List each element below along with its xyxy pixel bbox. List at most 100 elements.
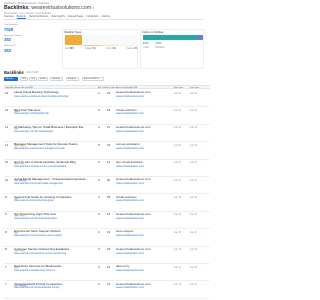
backlink-type-value: 1% — [92, 47, 96, 50]
filter-follow[interactable]: Follow — [38, 77, 48, 81]
internal-links-count: 27 — [107, 126, 111, 130]
follow-legend-item: 10% Nofollow — [155, 42, 164, 49]
column-header[interactable]: Int. Links — [107, 87, 115, 89]
metric-value[interactable]: 283 — [4, 48, 60, 53]
column-header[interactable]: Last seen — [190, 87, 199, 89]
source-url-link[interactable]: www.example.com/latest-travel-booking-te… — [14, 95, 94, 98]
source-url-link[interactable]: www.example.com/top-productivity-apps — [14, 217, 94, 220]
source-url-link[interactable]: www.example.com/ecommerce-store-support — [14, 234, 94, 237]
row-actions-icon[interactable]: ⋯ — [204, 196, 206, 199]
tab-indexed-pages[interactable]: Indexed Pages — [68, 16, 83, 19]
tab-bar: Overview Backlinks Referring Domains Referr… — [4, 16, 204, 20]
page-title: Backlinks: wearevirtualsolutions.com ▾ — [4, 5, 94, 11]
page-as-score: 9 — [5, 195, 7, 199]
source-url-link[interactable]: www.example.com/virtual-assistant-pricin… — [14, 286, 94, 289]
target-url-link[interactable]: wearevirtualsolutions.com/ — [116, 286, 171, 289]
metric-block: Referring IPs 283 — [4, 45, 60, 53]
source-url-link[interactable]: www.example.com/how-to-hire-a-virtual-as… — [14, 165, 94, 168]
column-header[interactable]: Ext. Links — [98, 87, 107, 89]
row-actions-icon[interactable]: ⋯ — [204, 179, 206, 182]
row-actions-icon[interactable]: ⋯ — [204, 266, 206, 269]
row-actions-icon[interactable]: ⋯ — [204, 92, 206, 95]
row-actions-icon[interactable]: ⋯ — [204, 283, 206, 286]
chevron-down-icon[interactable]: ▾ — [93, 6, 95, 10]
column-header[interactable]: First seen — [174, 87, 183, 89]
target-url-link[interactable]: wearevirtualsolutions.com/ — [116, 182, 171, 185]
tab-overview[interactable]: Overview — [4, 16, 14, 19]
page-subtitle: Root domain · User manual · Send feedbac… — [4, 11, 52, 15]
table-row[interactable]: 8 Customer Service Outsourcing Explained w… — [4, 247, 210, 270]
table-row[interactable]: 14 Blog Post Title Here www.example.com/bl… — [4, 107, 210, 131]
table-row[interactable]: 9 Top Productivity Apps This Year www.exam… — [4, 212, 210, 235]
row-actions-icon[interactable]: ⋯ — [204, 126, 206, 129]
filter-nofollow[interactable]: Nofollow — [50, 77, 63, 81]
column-header[interactable]: Anchor and Target URL — [116, 87, 138, 89]
row-actions-icon[interactable]: ⋯ — [204, 231, 206, 234]
external-links-count: 3 — [98, 126, 100, 130]
table-row[interactable]: 8 Ecommerce Store Support Options www.exam… — [4, 229, 210, 252]
source-url-link[interactable]: www.example.com/blog/post-title — [14, 112, 94, 115]
target-url-link[interactable]: wearevirtualsolutions.com/ — [116, 147, 171, 150]
row-actions-icon[interactable]: ⋯ — [204, 213, 206, 216]
target-url-link[interactable]: wearevirtualsolutions.com/ — [116, 130, 171, 133]
target-url-link[interactable]: wearevirtualsolutions.com/ — [116, 165, 171, 168]
source-url-link[interactable]: www.example.com/social-media-management — [14, 182, 94, 185]
external-links-count: 4 — [98, 213, 100, 217]
target-url-link[interactable]: wearevirtualsolutions.com/ — [116, 199, 171, 202]
table-row[interactable]: 7 Virtual Assistant Pricing Comparison www… — [4, 281, 210, 300]
external-links-count: 4 — [98, 108, 100, 112]
table-row[interactable]: 9 Outsourcing Guide for Growing Companies… — [4, 194, 210, 218]
table-row[interactable]: 7 Data Entry Services for Businesses www.e… — [4, 264, 210, 287]
table-row[interactable]: 10 How To Hire A Virtual Assistant | Exam… — [4, 160, 210, 183]
backlink-types-bars — [64, 35, 138, 45]
backlink-type-bar — [119, 35, 138, 45]
metric-block: Total Backlinks 7028 — [4, 24, 60, 32]
metric-value[interactable]: 7028 — [4, 27, 60, 32]
backlink-type-legend-item: Text 98% — [65, 47, 75, 50]
tab-referring-ips[interactable]: Referring IPs — [51, 16, 64, 19]
row-actions-icon[interactable]: ⋯ — [204, 248, 206, 251]
target-url-link[interactable]: wearevirtualsolutions.com/ — [116, 95, 171, 98]
source-url-link[interactable]: www.example.com/data-entry-services — [14, 269, 94, 272]
source-url-link[interactable]: www.example.com/customer-service-outsour… — [14, 252, 94, 255]
table-row[interactable]: 11 10 Marketing Tips for Small Business |… — [4, 125, 210, 148]
target-url-link[interactable]: wearevirtualsolutions.com/ — [116, 269, 171, 272]
source-url-link[interactable]: www.example.com/business-management-tool… — [14, 147, 94, 150]
internal-links-count: 25 — [107, 195, 111, 199]
first-seen-date: Jan 20 — [174, 178, 182, 182]
row-actions-icon[interactable]: ⋯ — [204, 109, 206, 112]
last-seen-date: Jan 22 — [190, 213, 198, 217]
filter-advanced-filters[interactable]: Advanced filters — [82, 77, 104, 81]
first-seen-date: Jan 17 — [174, 265, 182, 269]
tab-competitors[interactable]: Competitors — [86, 16, 98, 19]
table-row[interactable]: 14 Latest Travel Booking Technology www.ex… — [4, 90, 210, 113]
filter-all-links[interactable]: All links — [4, 77, 18, 81]
row-actions-icon[interactable]: ⋯ — [204, 161, 206, 164]
follow-segment — [197, 35, 204, 40]
tab-referring-domains[interactable]: Referring Domains — [29, 16, 48, 19]
filter-lost[interactable]: Lost — [29, 77, 37, 81]
target-url-link[interactable]: wearevirtualsolutions.com/ — [116, 252, 171, 255]
target-url-link[interactable]: wearevirtualsolutions.com/ — [116, 112, 171, 115]
source-url-link[interactable]: www.example.com/outsourcing-guide — [14, 199, 94, 202]
tab-anchors[interactable]: Anchors — [102, 16, 110, 19]
target-url-link[interactable]: wearevirtualsolutions.com/ — [116, 234, 171, 237]
table-row[interactable]: 10 Social Media Management - Virtual Assi… — [4, 177, 210, 200]
target-url-link[interactable]: wearevirtualsolutions.com/ — [116, 217, 171, 220]
row-badges: TextFollow — [14, 290, 26, 300]
internal-links-count: 18 — [107, 108, 111, 112]
column-header[interactable]: Page AS — [5, 87, 13, 89]
page-as-score: 10 — [5, 178, 9, 182]
external-links-count: 6 — [98, 178, 100, 182]
backlink-type-value: 0% — [112, 47, 116, 50]
column-header[interactable]: Source title and URL — [14, 87, 33, 89]
page-as-score: 11 — [5, 126, 9, 130]
filter-all-types[interactable]: All types — [66, 77, 79, 81]
row-actions-icon[interactable]: ⋯ — [204, 144, 206, 147]
source-url-link[interactable]: www.example.com/10-marketing-tips — [14, 130, 94, 133]
metric-value[interactable]: 392 — [4, 37, 60, 42]
filter-new[interactable]: New — [20, 77, 28, 81]
table-row[interactable]: 11 Business Management Tools for Remote T… — [4, 142, 210, 165]
external-links-count: 2 — [98, 230, 100, 234]
tab-backlinks[interactable]: Backlinks — [16, 16, 27, 19]
